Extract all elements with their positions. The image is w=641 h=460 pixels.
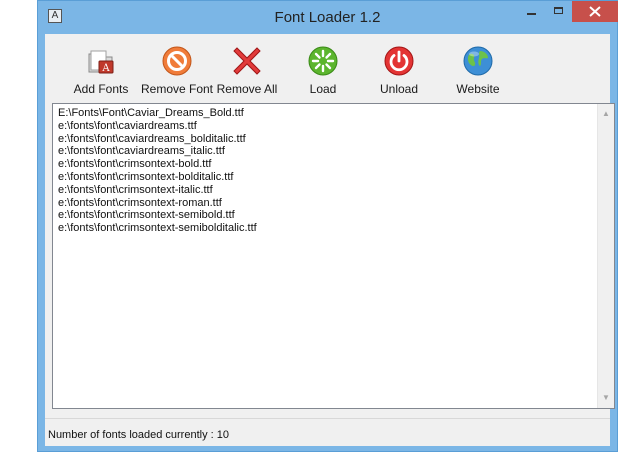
unload-icon <box>384 46 414 76</box>
scroll-down-icon[interactable]: ▼ <box>601 393 611 403</box>
remove-font-label: Remove Font <box>140 82 214 96</box>
toolbar: A Add Fonts Remove Font Remove All Load … <box>45 34 610 98</box>
add-fonts-button[interactable]: A Add Fonts <box>63 44 139 98</box>
vertical-scrollbar[interactable]: ▲ ▼ <box>597 104 614 408</box>
website-button[interactable]: Website <box>440 44 516 98</box>
minimize-icon <box>527 13 536 15</box>
status-text: Number of fonts loaded currently : 10 <box>48 429 229 441</box>
client-area: A Add Fonts Remove Font Remove All Load … <box>45 34 615 446</box>
minimize-button[interactable] <box>518 1 545 22</box>
remove-font-icon <box>162 46 192 76</box>
status-bar: Number of fonts loaded currently : 10 <box>45 418 610 446</box>
file-list-items: E:\Fonts\Font\Caviar_Dreams_Bold.ttf e:\f… <box>58 107 257 235</box>
list-item[interactable]: e:\fonts\font\crimsontext-semibold.ttf <box>58 209 257 222</box>
unload-label: Unload <box>379 82 419 96</box>
list-item[interactable]: e:\fonts\font\crimsontext-bolditalic.ttf <box>58 171 257 184</box>
load-button[interactable]: Load <box>285 44 361 98</box>
scroll-up-icon[interactable]: ▲ <box>601 109 611 119</box>
add-fonts-icon: A <box>88 50 114 74</box>
list-item[interactable]: e:\fonts\font\crimsontext-roman.ttf <box>58 197 257 210</box>
list-item[interactable]: E:\Fonts\Font\Caviar_Dreams_Bold.ttf <box>58 107 257 120</box>
unload-button[interactable]: Unload <box>361 44 437 98</box>
maximize-icon <box>554 7 563 14</box>
font-file-list[interactable]: E:\Fonts\Font\Caviar_Dreams_Bold.ttf e:\f… <box>52 103 615 409</box>
list-item[interactable]: e:\fonts\font\caviardreams_bolditalic.tt… <box>58 133 257 146</box>
maximize-button[interactable] <box>545 1 572 22</box>
title-bar[interactable]: A Font Loader 1.2 <box>38 1 618 34</box>
remove-all-icon <box>233 47 261 75</box>
load-icon <box>308 46 338 76</box>
list-item[interactable]: e:\fonts\font\caviardreams.ttf <box>58 120 257 133</box>
add-fonts-label: Add Fonts <box>73 82 129 96</box>
list-item[interactable]: e:\fonts\font\caviardreams_italic.ttf <box>58 145 257 158</box>
font-loader-window: A Font Loader 1.2 A Add Fonts Remove Fon… <box>37 0 618 452</box>
remove-all-label: Remove All <box>216 82 278 96</box>
close-icon <box>589 6 601 17</box>
close-button[interactable] <box>572 1 618 22</box>
remove-all-button[interactable]: Remove All <box>209 44 285 98</box>
list-item[interactable]: e:\fonts\font\crimsontext-italic.ttf <box>58 184 257 197</box>
load-label: Load <box>309 82 337 96</box>
list-item[interactable]: e:\fonts\font\crimsontext-bold.ttf <box>58 158 257 171</box>
website-icon <box>463 46 493 76</box>
website-label: Website <box>456 82 500 96</box>
remove-font-button[interactable]: Remove Font <box>139 44 215 98</box>
svg-text:A: A <box>101 63 110 74</box>
list-item[interactable]: e:\fonts\font\crimsontext-semibolditalic… <box>58 222 257 235</box>
